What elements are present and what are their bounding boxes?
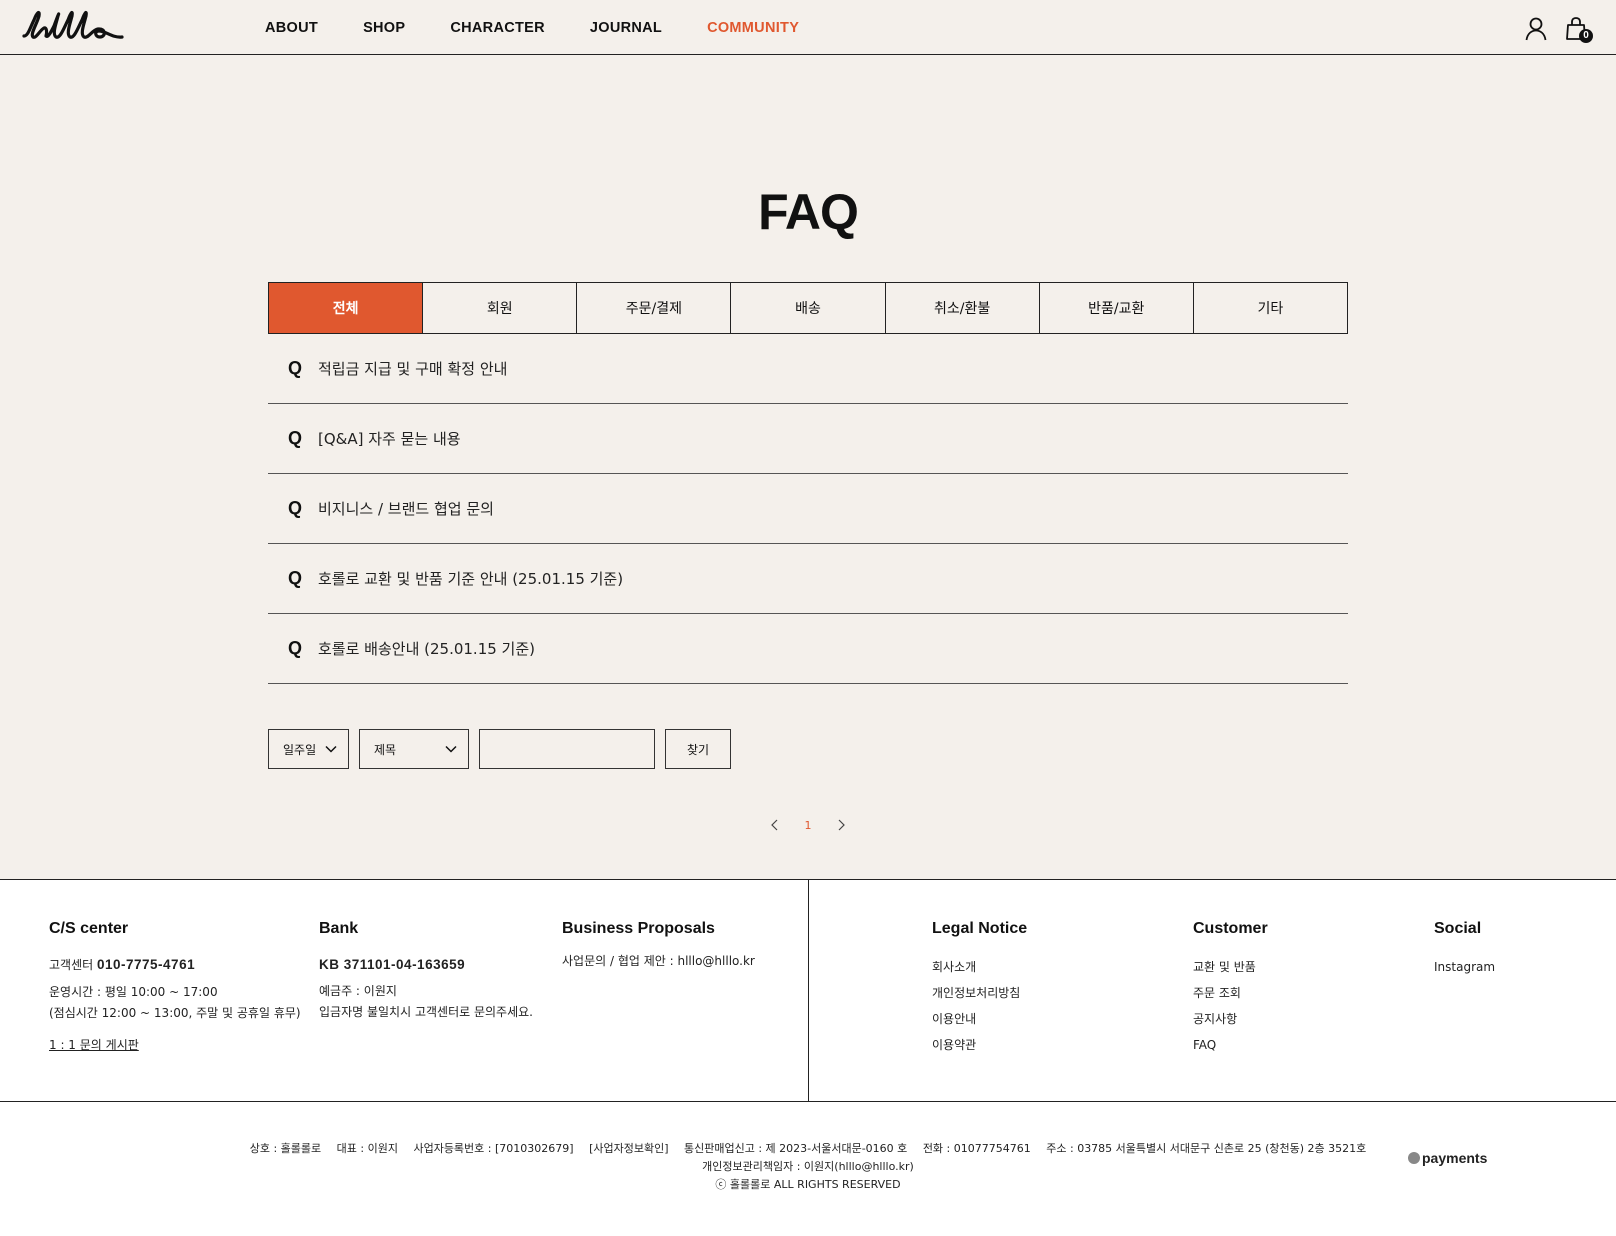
footer-divider-horizontal: [0, 1101, 1616, 1102]
nav-shop[interactable]: SHOP: [363, 20, 405, 36]
faq-category-tabs: 전체 회원 주문/결제 배송 취소/환불 반품/교환 기타: [268, 282, 1348, 334]
bank-title: Bank: [319, 920, 359, 937]
bank-note: 입금자명 불일치시 고객센터로 문의주세요.: [319, 1005, 533, 1019]
legal-section: Legal Notice 회사소개 개인정보처리방침 이용안내 이용약관: [932, 920, 1027, 1058]
cs-lunch: (점심시간 12:00 ~ 13:00, 주말 및 공휴일 휴무): [49, 1006, 301, 1020]
nav-community[interactable]: COMMUNITY: [707, 20, 799, 36]
chevron-down-icon: [325, 745, 337, 753]
faq-item[interactable]: Q 비지니스 / 브랜드 협업 문의: [268, 474, 1348, 544]
company-info: 상호 : 홀롤롤로 대표 : 이원지 사업자등록번호 : [7010302679…: [0, 1140, 1616, 1194]
tab-shipping[interactable]: 배송: [731, 283, 886, 333]
faq-question-text: 호롤로 교환 및 반품 기준 안내 (25.01.15 기준): [318, 570, 624, 588]
nav-about[interactable]: ABOUT: [265, 20, 318, 36]
cart-count-badge: 0: [1579, 29, 1593, 43]
brand-logo[interactable]: [20, 6, 126, 46]
nav-character[interactable]: CHARACTER: [450, 20, 545, 36]
page-number-current[interactable]: 1: [805, 819, 812, 832]
business-title: Business Proposals: [562, 920, 715, 937]
question-marker: Q: [288, 638, 303, 658]
biz-info-check-link[interactable]: [사업자정보확인]: [589, 1142, 668, 1155]
search-field-select[interactable]: 제목: [359, 729, 469, 769]
link-order-lookup[interactable]: 주문 조회: [1193, 980, 1268, 1006]
cart-icon[interactable]: 0: [1565, 16, 1593, 43]
faq-list: Q 적립금 지급 및 구매 확정 안내 Q [Q&A] 자주 묻는 내용 Q 비…: [268, 334, 1348, 684]
link-privacy-policy[interactable]: 개인정보처리방침: [932, 980, 1027, 1006]
tab-etc[interactable]: 기타: [1194, 283, 1347, 333]
question-marker: Q: [288, 358, 303, 378]
business-section: Business Proposals 사업문의 / 협업 제안 : hlllo@…: [562, 920, 755, 972]
tab-all[interactable]: 전체: [269, 283, 424, 333]
company-ceo: 대표 : 이원지: [336, 1142, 398, 1155]
question-marker: Q: [288, 428, 303, 448]
chevron-down-icon: [445, 745, 457, 753]
search-input[interactable]: [479, 729, 655, 769]
cs-hours: 운영시간 : 평일 10:00 ~ 17:00: [49, 985, 218, 999]
company-ecommerce-no: 통신판매업신고 : 제 2023-서울서대문-0160 호: [684, 1142, 908, 1155]
period-select-value: 일주일: [283, 742, 317, 757]
customer-title: Customer: [1193, 920, 1268, 937]
site-header: ABOUT SHOP CHARACTER JOURNAL COMMUNITY 0: [0, 0, 1616, 55]
chevron-left-icon[interactable]: [768, 818, 782, 832]
main-nav: ABOUT SHOP CHARACTER JOURNAL COMMUNITY: [265, 0, 844, 55]
tab-member[interactable]: 회원: [423, 283, 578, 333]
bank-holder: 예금주 : 이원지: [319, 984, 397, 998]
company-info-line: 상호 : 홀롤롤로 대표 : 이원지 사업자등록번호 : [7010302679…: [0, 1140, 1616, 1158]
cs-phone-line: 고객센터 010-7775-4761: [49, 954, 301, 976]
question-marker: Q: [288, 568, 303, 588]
privacy-officer: 개인정보관리책임자 : 이원지(hlllo@hlllo.kr): [702, 1160, 914, 1173]
link-notice[interactable]: 공지사항: [1193, 1006, 1268, 1032]
legal-title: Legal Notice: [932, 920, 1028, 937]
user-icon[interactable]: [1524, 16, 1548, 42]
company-biz-no: 사업자등록번호 : [7010302679]: [413, 1142, 574, 1155]
company-name: 상호 : 홀롤롤로: [249, 1142, 322, 1155]
cs-center-title: C/S center: [49, 920, 129, 937]
link-company-intro[interactable]: 회사소개: [932, 954, 1027, 980]
social-section: Social Instagram: [1434, 920, 1495, 980]
chevron-right-icon[interactable]: [834, 818, 848, 832]
company-address: 주소 : 03785 서울특별시 서대문구 신촌로 25 (창천동) 2층 35…: [1046, 1142, 1367, 1155]
question-marker: Q: [288, 498, 303, 518]
cs-phone-label: 고객센터: [49, 958, 94, 972]
faq-item[interactable]: Q 적립금 지급 및 구매 확정 안내: [268, 334, 1348, 404]
bank-account: KB 371101-04-163659: [319, 957, 466, 972]
link-usage-guide[interactable]: 이용안내: [932, 1006, 1027, 1032]
faq-question-text: 비지니스 / 브랜드 협업 문의: [318, 500, 494, 518]
payments-logo-text: payments: [1422, 1150, 1488, 1166]
site-footer: C/S center 고객센터 010-7775-4761 운영시간 : 평일 …: [0, 879, 1616, 1236]
bank-section: Bank KB 371101-04-163659 예금주 : 이원지 입금자명 …: [319, 920, 533, 1023]
faq-item[interactable]: Q [Q&A] 자주 묻는 내용: [268, 404, 1348, 474]
one-on-one-board-link[interactable]: 1 : 1 문의 게시판: [49, 1032, 301, 1058]
pagination: 1: [768, 815, 848, 835]
cs-center-section: C/S center 고객센터 010-7775-4761 운영시간 : 평일 …: [49, 920, 301, 1058]
faq-question-text: 호롤로 배송안내 (25.01.15 기준): [318, 640, 536, 658]
tab-cancel-refund[interactable]: 취소/환불: [886, 283, 1040, 333]
search-field-select-value: 제목: [374, 742, 397, 757]
link-exchange-return[interactable]: 교환 및 반품: [1193, 954, 1268, 980]
cs-phone-number: 010-7775-4761: [97, 957, 196, 972]
faq-question-text: 적립금 지급 및 구매 확정 안내: [318, 360, 508, 378]
business-contact: 사업문의 / 협업 제안 : hlllo@hlllo.kr: [562, 954, 755, 968]
faq-item[interactable]: Q 호롤로 교환 및 반품 기준 안내 (25.01.15 기준): [268, 544, 1348, 614]
social-title: Social: [1434, 920, 1482, 937]
faq-question-text: [Q&A] 자주 묻는 내용: [318, 430, 461, 448]
link-faq[interactable]: FAQ: [1193, 1032, 1268, 1058]
search-bar: 일주일 제목 찾기: [268, 729, 731, 769]
company-tel: 전화 : 01077754761: [922, 1142, 1031, 1155]
payments-dot-icon: [1408, 1152, 1420, 1164]
tab-return-exchange[interactable]: 반품/교환: [1040, 283, 1194, 333]
page-title: FAQ: [758, 184, 859, 240]
copyright: ⓒ 홀롤롤로 ALL RIGHTS RESERVED: [715, 1178, 901, 1191]
period-select[interactable]: 일주일: [268, 729, 349, 769]
search-button[interactable]: 찾기: [665, 729, 731, 769]
footer-divider-vertical: [808, 880, 809, 1101]
link-terms[interactable]: 이용약관: [932, 1032, 1027, 1058]
link-instagram[interactable]: Instagram: [1434, 954, 1495, 980]
nav-journal[interactable]: JOURNAL: [590, 20, 662, 36]
customer-section: Customer 교환 및 반품 주문 조회 공지사항 FAQ: [1193, 920, 1268, 1058]
payments-logo: payments: [1408, 1150, 1487, 1166]
tab-order-payment[interactable]: 주문/결제: [577, 283, 732, 333]
faq-item[interactable]: Q 호롤로 배송안내 (25.01.15 기준): [268, 614, 1348, 684]
